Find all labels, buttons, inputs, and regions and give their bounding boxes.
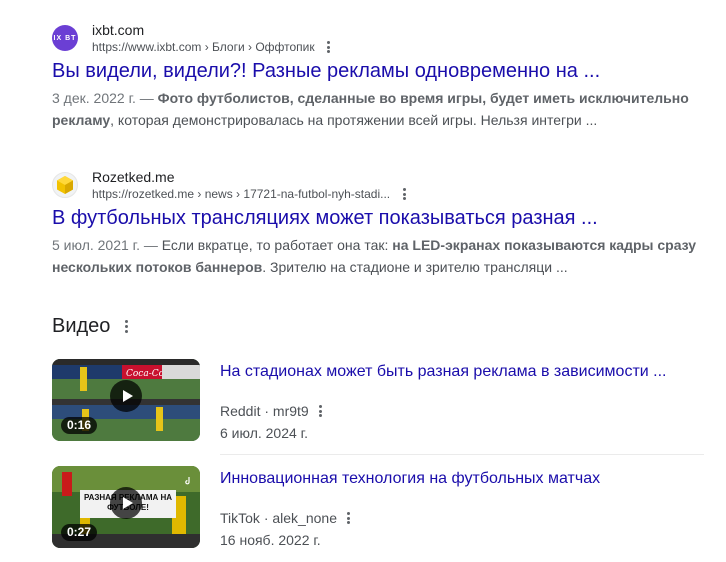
snippet-text: Если вкратце, то работает она так: bbox=[161, 237, 393, 253]
search-result-ixbt: IX BT ixbt.com https://www.ixbt.com › Бл… bbox=[52, 22, 702, 131]
result-title-link[interactable]: Вы видели, видели?! Разные рекламы однов… bbox=[52, 58, 702, 84]
video-duration: 0:27 bbox=[61, 524, 98, 541]
tiktok-icon bbox=[184, 472, 192, 485]
video-source-row: TikTok · alek_none bbox=[220, 510, 351, 526]
site-info[interactable]: IX BT ixbt.com https://www.ixbt.com › Бл… bbox=[52, 22, 702, 54]
video-source: Reddit · mr9t9 bbox=[220, 403, 309, 419]
divider bbox=[220, 454, 704, 455]
site-url[interactable]: https://rozetked.me › news › 17721-na-fu… bbox=[92, 186, 390, 202]
more-options-icon[interactable] bbox=[347, 512, 351, 524]
site-url-row: https://rozetked.me › news › 17721-na-fu… bbox=[92, 186, 406, 202]
ixbt-favicon-icon: IX BT bbox=[52, 25, 78, 51]
video-result[interactable]: Coca-Cola 0:16 На стадионах может быть р… bbox=[52, 359, 704, 443]
rozetked-favicon-icon bbox=[52, 172, 78, 198]
video-result[interactable]: РАЗНАЯ РЕКЛАМА НА ФУТБОЛЕ! 0:27 Инноваци… bbox=[52, 466, 704, 550]
site-name[interactable]: Rozetked.me bbox=[92, 168, 406, 186]
site-url[interactable]: https://www.ixbt.com › Блоги › Оффтопик bbox=[92, 39, 315, 55]
play-icon[interactable] bbox=[110, 487, 142, 519]
video-source: TikTok · alek_none bbox=[220, 510, 337, 526]
site-info[interactable]: Rozetked.me https://rozetked.me › news ›… bbox=[52, 169, 702, 201]
video-source-row: Reddit · mr9t9 bbox=[220, 403, 323, 419]
result-snippet: 3 дек. 2022 г. — Фото футболистов, сдела… bbox=[52, 87, 702, 131]
result-date: 5 июл. 2021 г. — bbox=[52, 237, 162, 253]
snippet-text: , которая демонстрировалась на протяжени… bbox=[110, 112, 598, 128]
favicon-text: IX BT bbox=[53, 34, 77, 42]
video-thumbnail[interactable]: РАЗНАЯ РЕКЛАМА НА ФУТБОЛЕ! 0:27 bbox=[52, 466, 200, 548]
result-date: 3 дек. 2022 г. — bbox=[52, 90, 158, 106]
video-section-header: Видео bbox=[52, 315, 128, 338]
video-duration: 0:16 bbox=[61, 417, 98, 434]
more-options-icon[interactable] bbox=[402, 188, 406, 200]
video-title-link[interactable]: Инновационная технология на футбольных м… bbox=[220, 470, 600, 488]
rozetked-logo-icon bbox=[57, 176, 73, 194]
snippet-text: . Зрителю на стадионе и зрителю трансляц… bbox=[262, 259, 568, 275]
result-title-link[interactable]: В футбольных трансляциях может показыват… bbox=[52, 205, 702, 231]
result-snippet: 5 июл. 2021 г. — Если вкратце, то работа… bbox=[52, 234, 702, 278]
video-thumbnail[interactable]: Coca-Cola 0:16 bbox=[52, 359, 200, 441]
video-heading: Видео bbox=[52, 315, 111, 337]
more-options-icon[interactable] bbox=[124, 320, 128, 333]
video-date: 6 июл. 2024 г. bbox=[220, 425, 308, 441]
play-icon[interactable] bbox=[110, 380, 142, 412]
site-name[interactable]: ixbt.com bbox=[92, 21, 331, 39]
site-url-row: https://www.ixbt.com › Блоги › Оффтопик bbox=[92, 39, 331, 55]
more-options-icon[interactable] bbox=[327, 41, 331, 53]
more-options-icon[interactable] bbox=[319, 405, 323, 417]
search-result-rozetked: Rozetked.me https://rozetked.me › news ›… bbox=[52, 169, 702, 278]
video-title-link[interactable]: На стадионах может быть разная реклама в… bbox=[220, 363, 666, 381]
video-date: 16 нояб. 2022 г. bbox=[220, 532, 321, 548]
